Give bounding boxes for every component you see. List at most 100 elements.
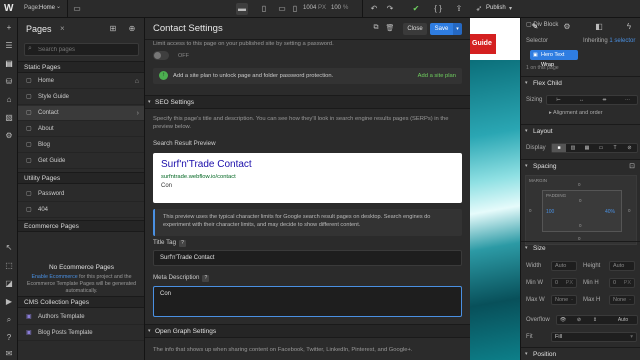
mobile-landscape-icon[interactable]: ▭ — [276, 3, 288, 15]
redo-icon[interactable]: ↷ — [384, 3, 396, 15]
search-icon[interactable]: ⌕ — [3, 314, 15, 326]
help-icon[interactable]: ? — [179, 240, 187, 247]
page-item-home[interactable]: ▢ Home ⌂ — [18, 74, 144, 89]
publish-button[interactable]: Publish — [486, 5, 506, 11]
utility-pages-header[interactable]: Utility Pages — [18, 172, 144, 184]
navigator-icon[interactable]: ☰ — [3, 40, 15, 52]
spacing-header[interactable]: ▾ Spacing ⊡ — [521, 159, 640, 172]
ecommerce-icon[interactable]: ⌂ — [3, 94, 15, 106]
page-item-blog[interactable]: ▢ Blog — [18, 138, 144, 153]
page-item-password[interactable]: ▢ Password — [18, 187, 144, 202]
publish-caret-icon[interactable]: ▾ — [509, 5, 512, 12]
layout-header[interactable]: ▾ Layout — [521, 124, 640, 137]
chevron-down-icon[interactable]: ⌄ — [56, 3, 61, 10]
height-input[interactable]: Auto — [609, 261, 635, 271]
assets-icon[interactable]: ▧ — [3, 112, 15, 124]
search-pages-input[interactable] — [38, 44, 136, 55]
base-breakpoint-icon[interactable]: ▬ — [236, 3, 248, 15]
seo-settings-header[interactable]: ▾ SEO Settings — [145, 95, 470, 109]
static-pages-header[interactable]: Static Pages — [18, 61, 144, 73]
page-item-contact[interactable]: ▢ Contact › — [18, 106, 144, 121]
display-none-icon[interactable]: ⊘ — [622, 144, 637, 152]
margin-left-value[interactable]: 0 — [529, 208, 532, 213]
zoom-value[interactable]: 100 — [331, 5, 341, 11]
tablet-breakpoint-icon[interactable]: ▯ — [258, 3, 270, 15]
chat-icon[interactable]: ✉ — [3, 348, 15, 360]
page-item-about[interactable]: ▢ About — [18, 122, 144, 137]
design-canvas[interactable]: Guide — [470, 18, 520, 360]
overflow-auto-option[interactable]: Auto — [609, 316, 637, 324]
sizing-shrink-icon[interactable]: ↔ — [570, 96, 593, 104]
padding-left-value[interactable]: 100 — [546, 209, 554, 215]
flex-child-header[interactable]: ▾ Flex Child — [521, 76, 640, 89]
element-settings-icon[interactable]: ⚙ — [561, 21, 573, 33]
add-folder-icon[interactable]: ⊞ — [107, 24, 119, 36]
display-flex-icon[interactable]: ▥ — [566, 144, 580, 152]
save-button[interactable]: Save — [430, 23, 453, 35]
mobile-portrait-icon[interactable]: ▯ — [289, 3, 301, 15]
duplicate-icon[interactable]: ⧉ — [371, 24, 381, 34]
overflow-segmented-control[interactable]: 👁 ⊘ ⇕ Auto — [556, 315, 638, 325]
page-item-get-guide[interactable]: ▢ Get Guide — [18, 154, 144, 169]
meta-description-textarea[interactable]: Con — [153, 286, 462, 317]
webflow-logo[interactable]: W — [4, 3, 16, 15]
display-inline-icon[interactable]: T — [608, 144, 622, 152]
page-item-style-guide[interactable]: ▢ Style Guide — [18, 90, 144, 105]
sizing-dont-shrink-icon[interactable]: ⊢ — [547, 96, 570, 104]
close-button[interactable]: Close — [403, 23, 427, 35]
current-page-selector[interactable]: Home — [39, 5, 55, 11]
add-panel-icon[interactable]: + — [3, 22, 15, 34]
padding-top-value[interactable]: 0 — [579, 198, 582, 203]
size-header[interactable]: ▾ Size — [521, 241, 640, 254]
max-width-input[interactable]: None - — [551, 295, 577, 305]
select-tool-icon[interactable]: ↖ — [3, 242, 15, 254]
max-height-input[interactable]: None - — [609, 295, 635, 305]
open-graph-settings-header[interactable]: ▾ Open Graph Settings — [145, 324, 470, 338]
publish-rocket-icon[interactable]: ➶ — [473, 3, 485, 15]
add-page-icon[interactable]: ⊕ — [126, 24, 138, 36]
cms-pages-header[interactable]: CMS Collection Pages — [18, 296, 144, 308]
ecommerce-pages-header[interactable]: Ecommerce Pages — [18, 220, 144, 232]
pages-icon[interactable]: ▤ — [3, 58, 15, 70]
display-segmented-control[interactable]: ■ ▥ ▦ ▭ T ⊘ — [551, 143, 638, 153]
width-input[interactable]: Auto — [551, 261, 577, 271]
class-chip[interactable]: ▣ Hero Text Wrap — [530, 50, 578, 68]
cms-icon[interactable]: ⛁ — [3, 76, 15, 88]
page-item-authors-template[interactable]: ▣ Authors Template — [18, 310, 144, 325]
settings-icon[interactable]: ⚙ — [3, 130, 15, 142]
selection-outline-icon[interactable]: ⬚ — [3, 260, 15, 272]
position-header[interactable]: ▾ Position — [521, 347, 640, 360]
code-icon[interactable]: { } — [432, 3, 444, 15]
undo-icon[interactable]: ↶ — [368, 3, 380, 15]
add-site-plan-link[interactable]: Add a site plan — [418, 73, 456, 79]
padding-box[interactable]: PADDING 0 100 40% 0 — [542, 190, 622, 232]
style-manager-icon[interactable]: ◧ — [593, 21, 605, 33]
help-icon[interactable]: ? — [3, 332, 15, 344]
padding-right-value[interactable]: 40% — [605, 209, 615, 215]
enable-ecommerce-link[interactable]: Enable Ecommerce — [31, 274, 77, 280]
help-icon[interactable]: ? — [202, 275, 210, 282]
video-tutorials-icon[interactable]: ▶ — [3, 296, 15, 308]
trash-icon[interactable]: 🗑 — [385, 24, 395, 34]
share-icon[interactable]: ⇪ — [453, 3, 465, 15]
overflow-hidden-icon[interactable]: ⊘ — [573, 316, 585, 324]
desktop-breakpoint-icon[interactable]: ▭ — [71, 3, 83, 15]
sizing-grow-icon[interactable]: ⇹ — [593, 96, 616, 104]
close-icon[interactable]: × — [60, 24, 65, 33]
canvas-guide-button[interactable]: Guide — [470, 34, 496, 54]
chevron-right-icon[interactable]: › — [137, 106, 139, 121]
page-item-404[interactable]: ▢ 404 — [18, 203, 144, 218]
audit-icon[interactable]: ◪ — [3, 278, 15, 290]
alignment-order-link[interactable]: ▸ Alignment and order — [549, 110, 603, 116]
margin-top-value[interactable]: 0 — [578, 182, 581, 187]
display-inline-block-icon[interactable]: ▭ — [594, 144, 608, 152]
canvas-width-value[interactable]: 1004 — [303, 5, 316, 11]
min-width-input[interactable]: 0 PX — [551, 278, 577, 288]
save-options-icon[interactable]: ▾ — [453, 23, 462, 35]
interactions-icon[interactable]: ϟ — [623, 21, 635, 33]
display-block-icon[interactable]: ■ — [552, 144, 566, 152]
display-grid-icon[interactable]: ▦ — [580, 144, 594, 152]
spacing-box-model[interactable]: MARGIN 0 PADDING 0 100 40% 0 0 0 0 — [525, 175, 637, 245]
overflow-visible-icon[interactable]: 👁 — [557, 316, 569, 324]
spacing-add-icon[interactable]: ⊡ — [629, 160, 635, 173]
